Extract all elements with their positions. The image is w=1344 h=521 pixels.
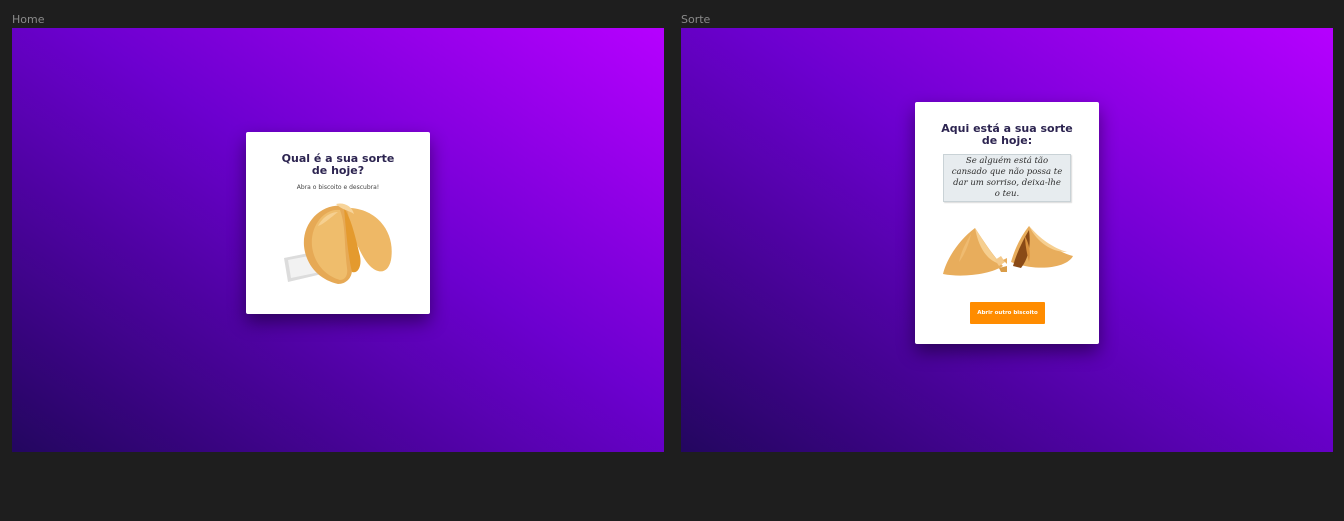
home-card: Qual é a sua sorte de hoje? Abra o bisco… bbox=[246, 132, 430, 314]
open-another-cookie-button[interactable]: Abrir outro biscoito bbox=[970, 302, 1045, 324]
frame-sorte: Aqui está a sua sorte de hoje: Se alguém… bbox=[681, 28, 1333, 452]
frame-label-home: Home bbox=[12, 13, 45, 26]
sorte-title: Aqui está a sua sorte de hoje: bbox=[941, 122, 1073, 147]
home-subtitle: Abra o biscoito e descubra! bbox=[296, 184, 380, 191]
sorte-card: Aqui está a sua sorte de hoje: Se alguém… bbox=[915, 102, 1099, 344]
home-title: Qual é a sua sorte de hoje? bbox=[281, 152, 395, 177]
fortune-text: Se alguém está tão cansado que não possa… bbox=[951, 156, 1063, 199]
fortune-cookie-broken-icon bbox=[941, 222, 1075, 282]
fortune-paper: Se alguém está tão cansado que não possa… bbox=[943, 154, 1071, 202]
fortune-cookie-closed-icon[interactable] bbox=[274, 200, 404, 288]
frame-home: Qual é a sua sorte de hoje? Abra o bisco… bbox=[12, 28, 664, 452]
frame-label-sorte: Sorte bbox=[681, 13, 711, 26]
